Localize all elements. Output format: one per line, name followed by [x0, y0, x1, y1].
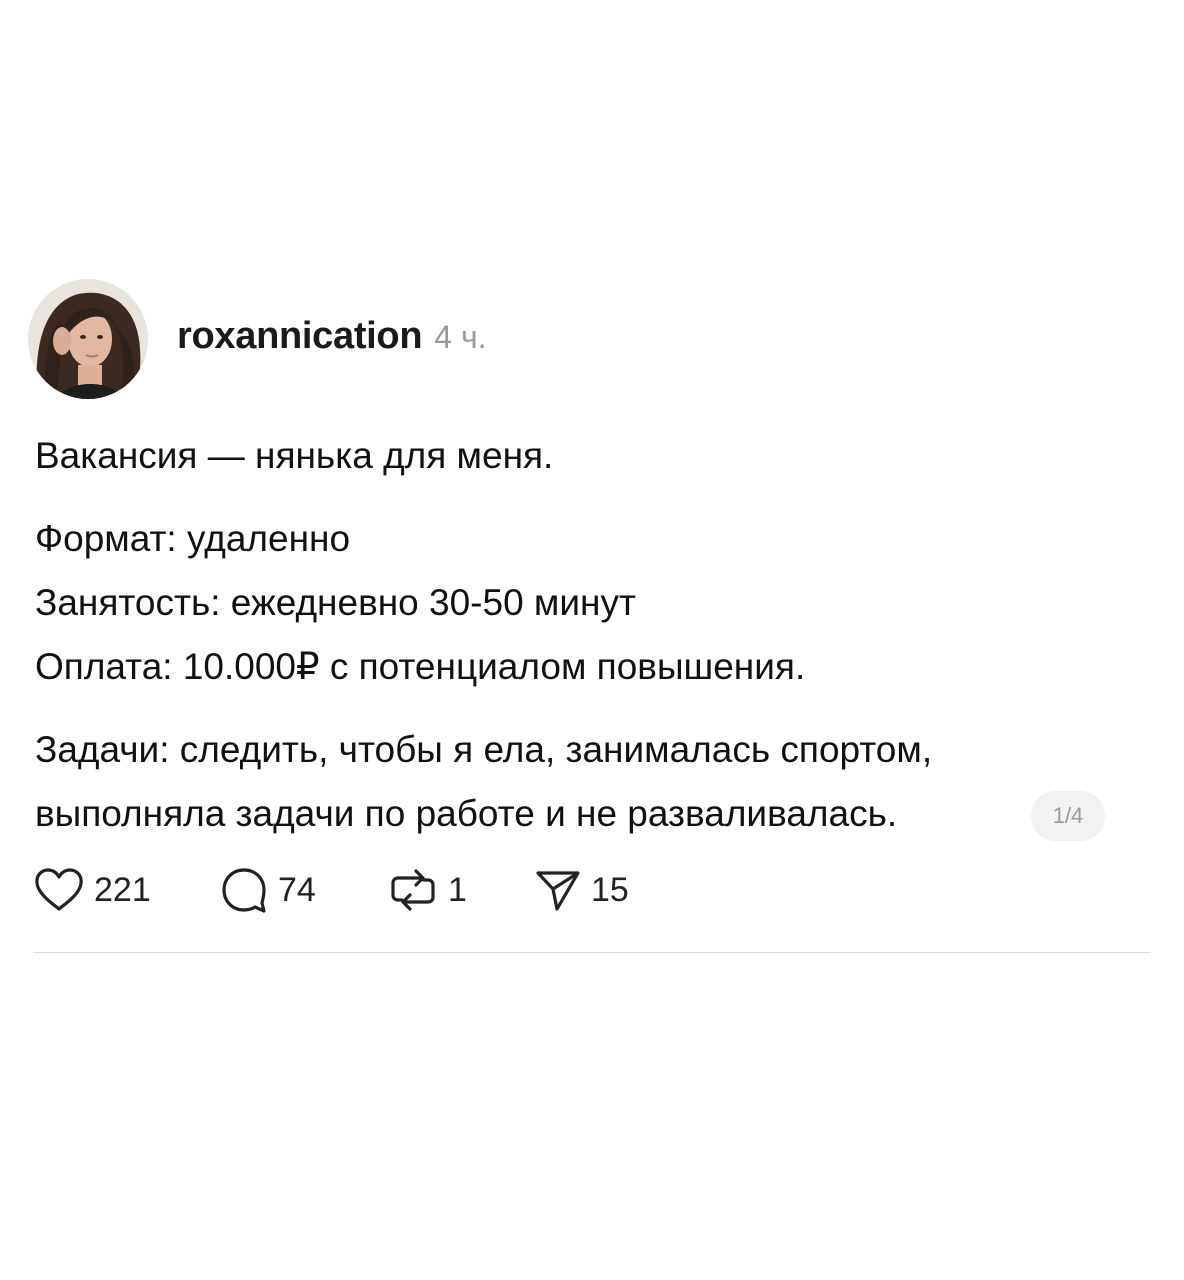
divider: [33, 952, 1151, 953]
repost-button[interactable]: 1: [388, 860, 467, 920]
page-indicator-badge[interactable]: 1/4: [1031, 791, 1105, 841]
action-bar: 221 74 1 15: [0, 860, 1184, 920]
repost-count: 1: [448, 870, 467, 909]
post-text-line: выполняла задачи по работе и не развалив…: [35, 793, 898, 834]
avatar-photo: [28, 279, 148, 399]
post-header: roxannication 4 ч.: [177, 315, 487, 363]
like-count: 221: [94, 870, 151, 909]
avatar[interactable]: [28, 279, 148, 399]
share-count: 15: [591, 870, 629, 909]
comment-count: 74: [278, 870, 316, 909]
send-icon: [535, 867, 581, 913]
post-text-line: Вакансия — нянька для меня.: [35, 435, 554, 476]
share-button[interactable]: 15: [535, 860, 629, 920]
post-card: roxannication 4 ч. Вакансия — нянька для…: [0, 0, 1184, 1280]
post-text-line: Оплата: 10.000₽ с потенциалом повышения.: [35, 646, 806, 687]
comment-bubble-icon: [220, 866, 268, 914]
post-text-line: Занятость: ежедневно 30-50 минут: [35, 582, 636, 623]
post-text-line: Задачи: следить, чтобы я ела, занималась…: [35, 729, 933, 770]
like-button[interactable]: 221: [34, 860, 151, 920]
username[interactable]: roxannication: [177, 315, 423, 358]
comment-button[interactable]: 74: [220, 860, 316, 920]
repost-icon: [388, 866, 438, 914]
heart-icon: [34, 867, 84, 913]
post-timestamp: 4 ч.: [434, 319, 487, 355]
post-text-line: Формат: удаленно: [35, 518, 351, 559]
